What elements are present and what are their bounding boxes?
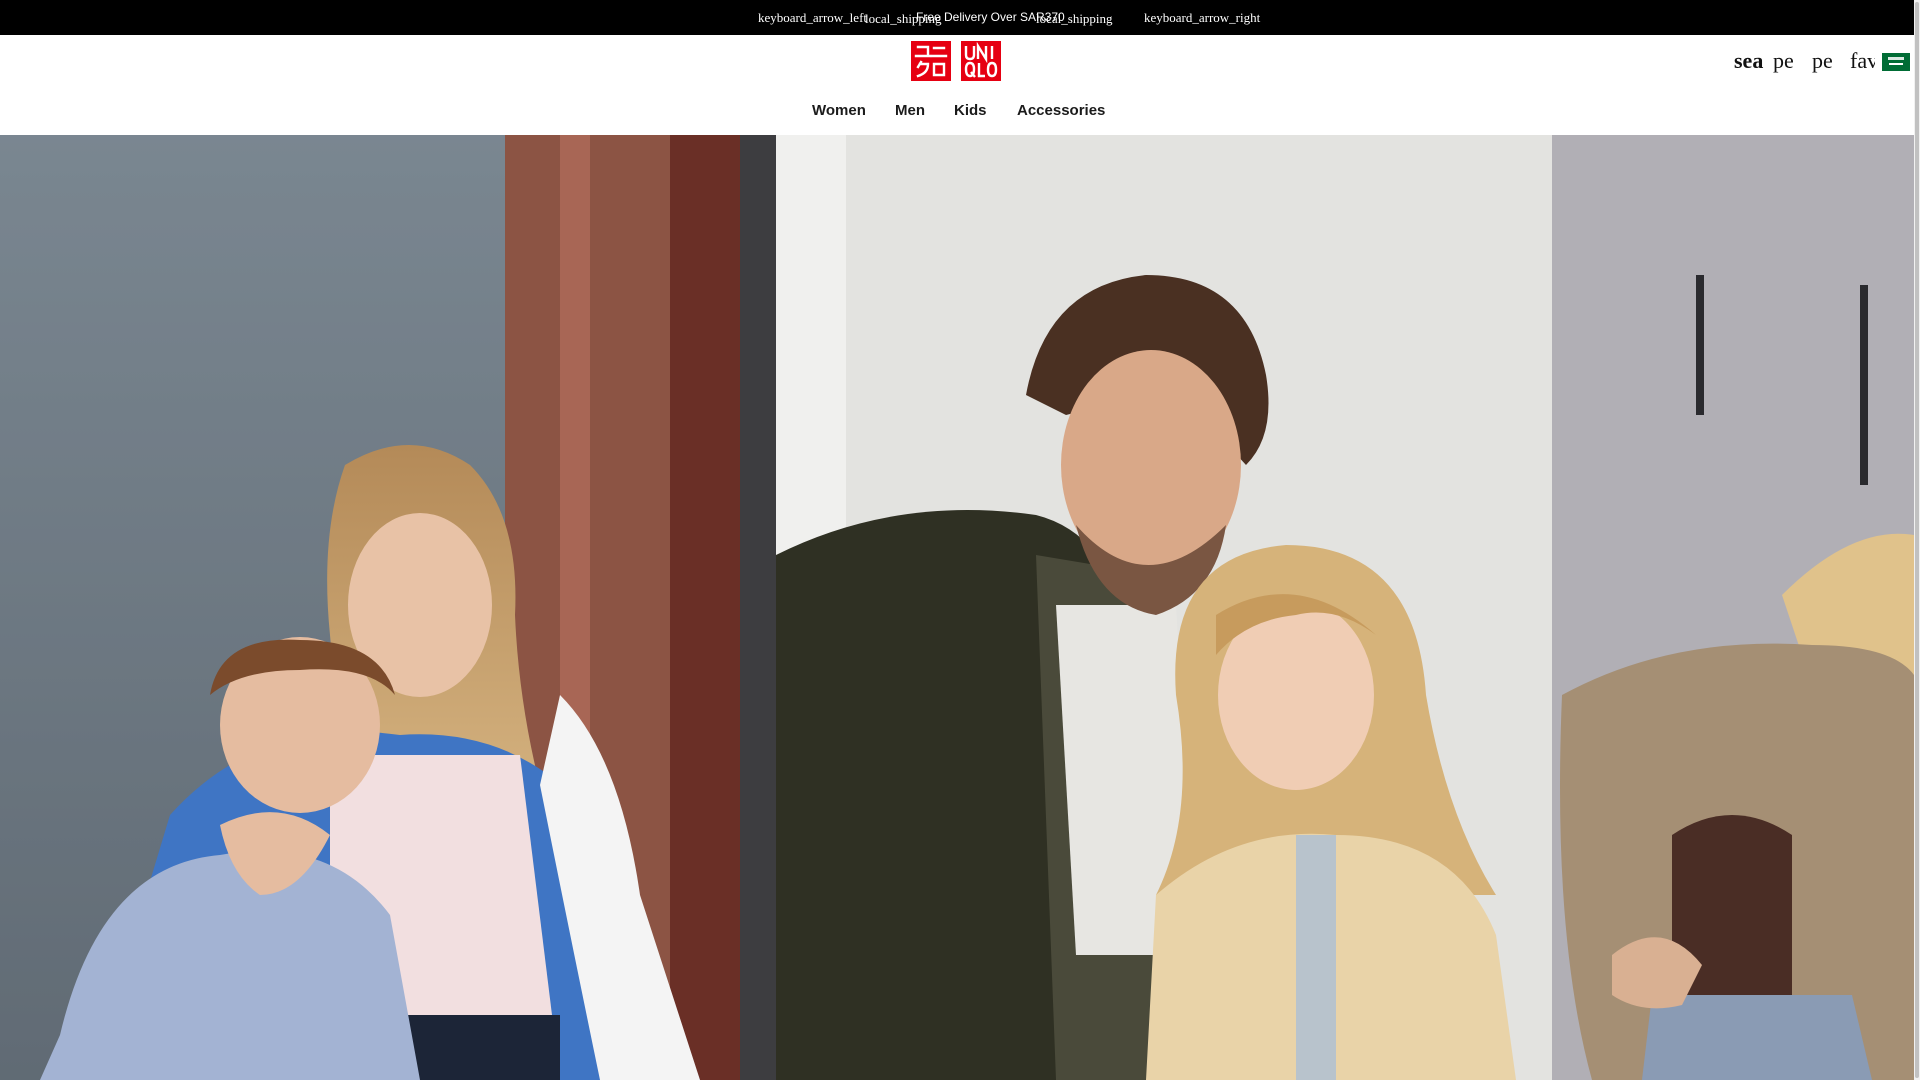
hero-panel-men-kids[interactable] (776, 135, 1552, 1080)
woman-quilted-jacket-photo (1552, 135, 1914, 1080)
site-header: sea pe pe fav Women Men Kids Accessories (0, 35, 1914, 135)
nav-kids[interactable]: Kids (954, 102, 987, 119)
nav-men[interactable]: Men (895, 102, 925, 119)
shipping-icon-secondary: local_shipping (1036, 11, 1113, 26)
main-navigation: Women Men Kids Accessories (0, 102, 1914, 124)
announcement-bar: keyboard_arrow_left local_shipping Free … (0, 0, 1920, 35)
woman-hugging-boy-photo (0, 135, 776, 1080)
favorites-icon[interactable]: fav (1850, 48, 1875, 74)
logo-latin-block (961, 41, 1001, 81)
hero-panel-women[interactable] (1552, 135, 1914, 1080)
logo-katakana-block (911, 41, 951, 81)
hero-panel-women-kids[interactable] (0, 135, 776, 1080)
man-with-girl-photo (776, 135, 1552, 1080)
arrow-left-icon[interactable]: keyboard_arrow_left (758, 10, 867, 25)
page-scrollbar[interactable] (1914, 0, 1920, 1080)
account-icon[interactable]: pe (1773, 48, 1801, 74)
uniqlo-logo[interactable] (911, 41, 1002, 81)
arrow-right-icon[interactable]: keyboard_arrow_right (1144, 10, 1260, 25)
saudi-arabia-flag-icon[interactable] (1882, 53, 1910, 71)
nav-women[interactable]: Women (812, 102, 866, 119)
profile-icon[interactable]: pe (1812, 48, 1840, 74)
search-icon[interactable]: sea (1734, 48, 1768, 74)
nav-accessories[interactable]: Accessories (1017, 102, 1105, 119)
scrollbar-thumb[interactable] (1915, 2, 1919, 1078)
hero-banner (0, 135, 1914, 1080)
